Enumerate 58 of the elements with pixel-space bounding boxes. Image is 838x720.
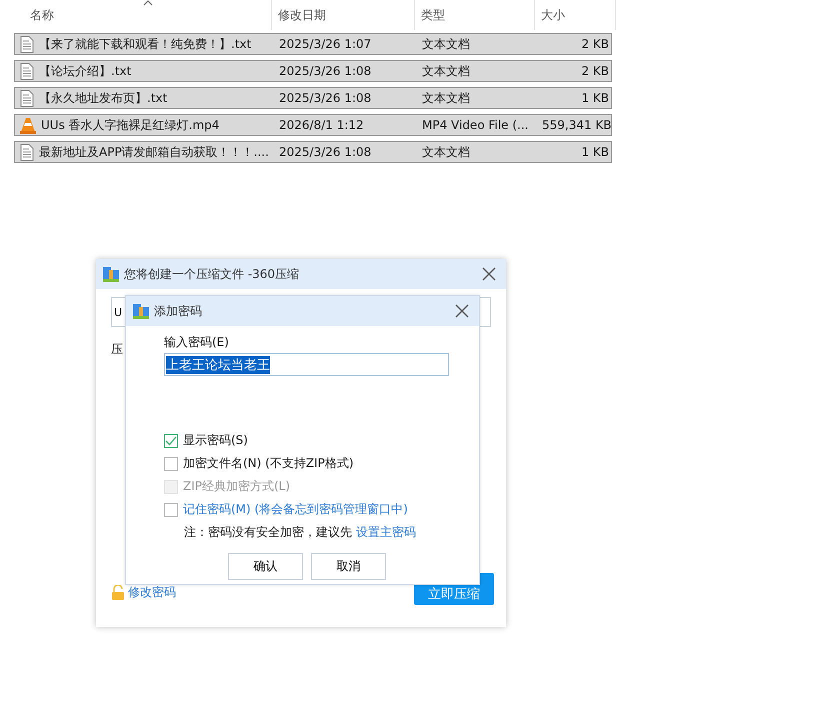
file-row[interactable]: 【来了就能下载和观看！纯免费！】.txt 2025/3/26 1:07 文本文档 2 KB [14,33,612,55]
file-name: UUs 香水人字拖裸足红绿灯.mp4 [41,116,220,134]
text-file-icon [20,36,34,52]
column-header[interactable]: 类型 [415,0,535,30]
option-label: ZIP经典加密方式(L) [183,478,290,495]
text-file-icon [20,144,34,160]
confirm-button[interactable]: 确认 [228,553,303,580]
option-label: 显示密码(S) [183,432,248,449]
padlock-icon [111,585,125,600]
field-label: 压 [111,341,123,358]
cancel-button[interactable]: 取消 [311,553,386,580]
text-file-icon [20,90,34,106]
file-name: 【永久地址发布页】.txt [39,90,168,106]
text-file-icon [20,62,34,80]
column-header[interactable]: 大小 [535,0,616,30]
file-name: 最新地址及APP请发邮箱自动获取！！！.... [39,144,269,160]
dialog-title: 您将创建一个压缩文件 -360压缩 [124,266,300,282]
checkbox[interactable] [164,456,178,470]
close-icon[interactable] [455,304,469,318]
modified-date: 2025/3/26 1:08 [278,64,372,78]
file-row[interactable]: 【永久地址发布页】.txt 2025/3/26 1:08 文本文档 1 KB [14,87,612,109]
modified-date: 2025/3/26 1:08 [278,145,372,159]
change-password-link[interactable]: 修改密码 [111,584,176,601]
archive-icon [103,266,119,282]
password-label: 输入密码(E) [164,334,230,351]
option-label: 记住密码(M) (将会备忘到密码管理窗口中) [183,501,408,518]
file-type: 文本文档 [421,144,471,160]
set-master-password-link[interactable]: 设置主密码 [356,525,416,539]
file-row[interactable]: 最新地址及APP请发邮箱自动获取！！！.... 2025/3/26 1:08 文本文档 1 KB [14,141,612,163]
file-row[interactable]: UUs 香水人字拖裸足红绿灯.mp4 2026/8/1 1:12 MP4 Video File (... 559,341 KB [14,114,612,136]
modified-date: 2025/3/26 1:07 [278,37,372,51]
path-value: U [114,306,122,318]
checkbox[interactable] [164,502,178,516]
column-header[interactable]: 修改日期 [272,0,415,30]
modified-date: 2025/3/26 1:08 [278,91,372,105]
file-size: 559,341 KB [541,118,611,132]
traffic-cone-icon [20,116,36,134]
column-header[interactable]: 名称 [14,0,272,30]
file-row[interactable]: 【论坛介绍】.txt 2025/3/26 1:08 文本文档 2 KB [14,60,612,82]
file-size: 2 KB [580,64,610,78]
file-size: 2 KB [580,37,610,51]
note-text: 注：密码没有安全加密，建议先 [184,525,352,539]
option-label: 加密文件名(N) (不支持ZIP格式) [183,455,354,472]
modified-date: 2026/8/1 1:12 [278,118,365,132]
archive-icon [133,304,149,318]
file-type: 文本文档 [421,90,471,106]
password-value: 上老王论坛当老王 [166,356,270,374]
file-size: 1 KB [580,91,610,105]
file-type: MP4 Video File (... [421,118,530,132]
dialog-title: 添加密码 [154,302,203,320]
file-name: 【论坛介绍】.txt [39,62,132,80]
checkbox[interactable] [164,434,178,448]
file-type: 文本文档 [421,36,471,52]
file-type: 文本文档 [421,62,471,80]
password-field[interactable]: 上老王论坛当老王 [164,353,449,376]
close-icon[interactable] [482,267,496,281]
file-size: 1 KB [580,145,610,159]
file-name: 【来了就能下载和观看！纯免费！】.txt [39,36,252,52]
